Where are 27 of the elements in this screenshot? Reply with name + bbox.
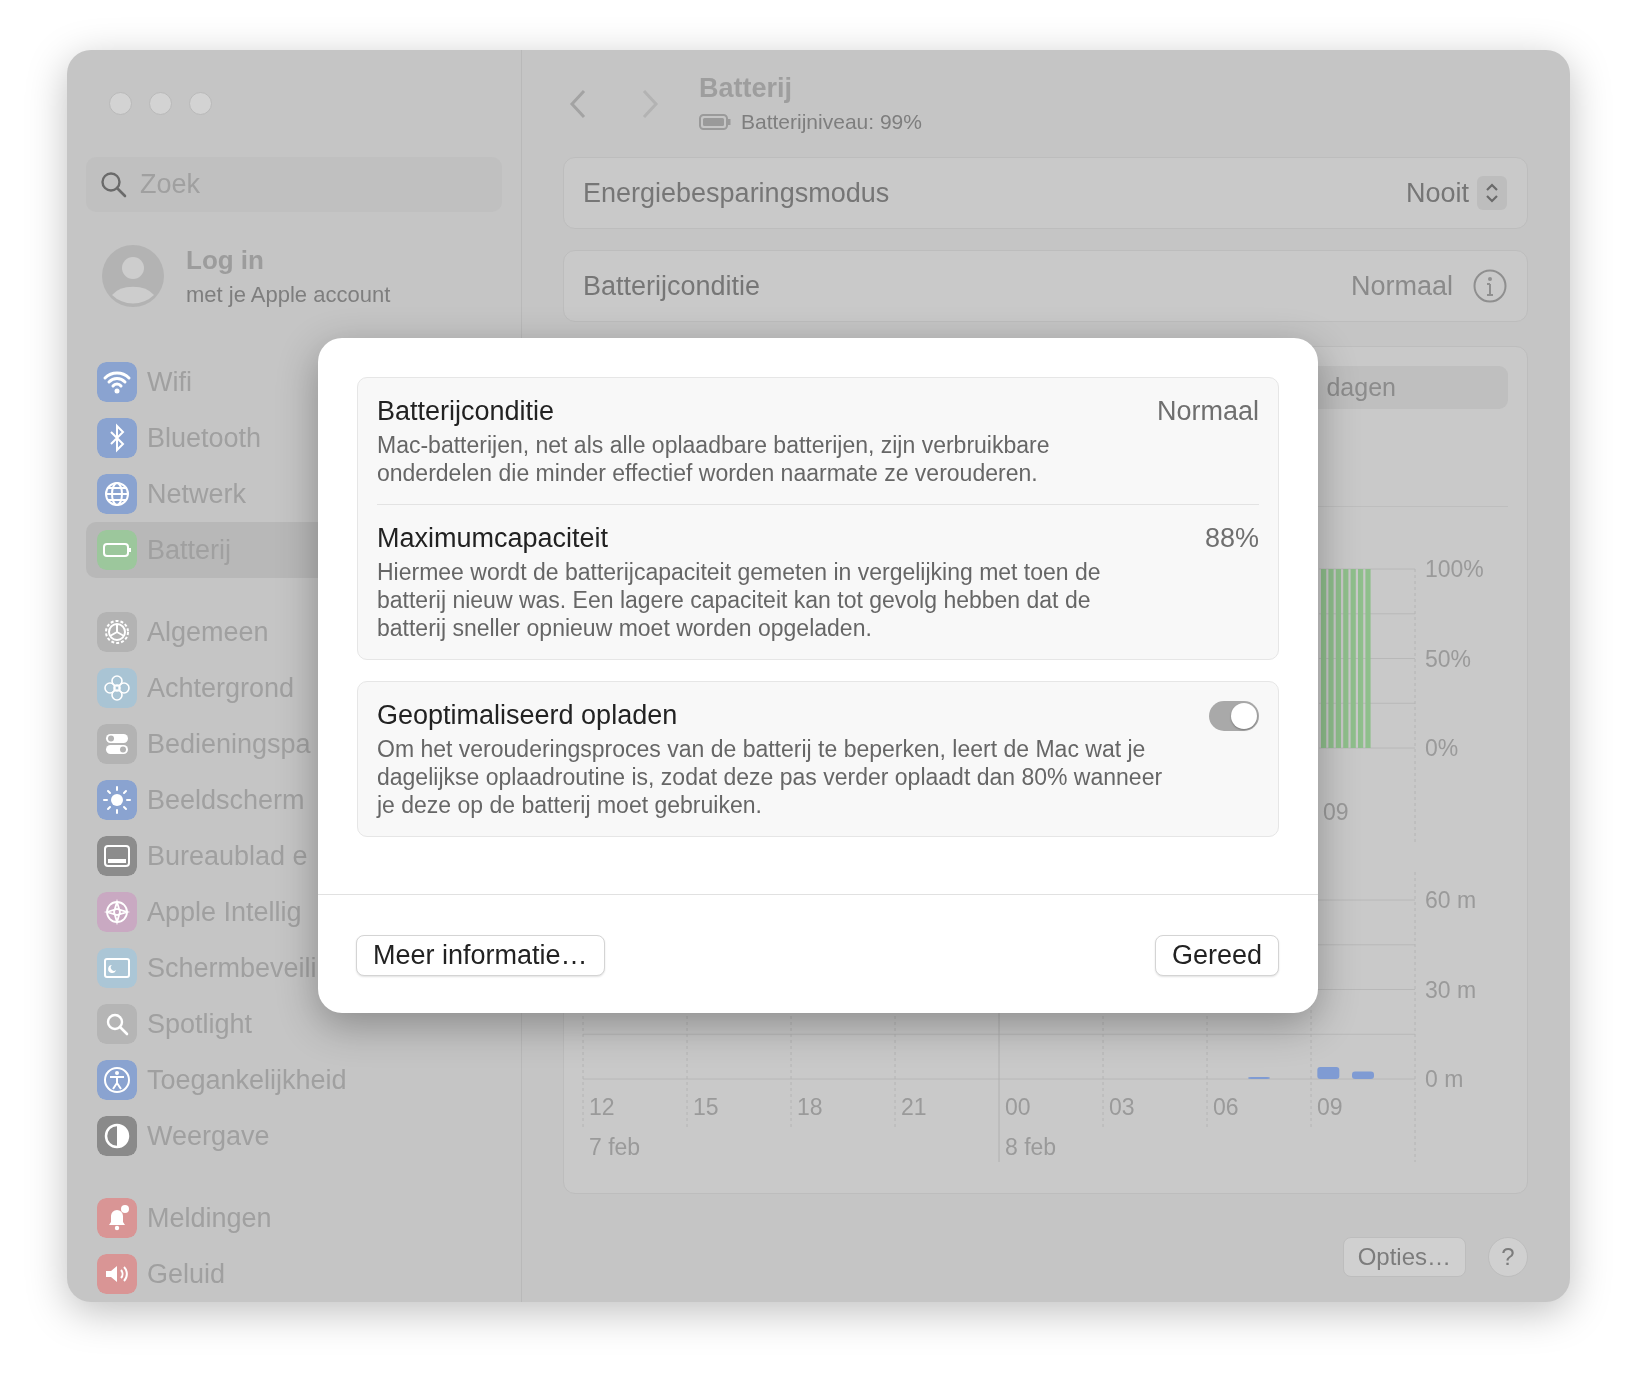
row-title: Batterijconditie [377,396,555,427]
more-info-button[interactable]: Meer informatie… [356,935,605,976]
window-control[interactable] [109,92,132,115]
chevron-updown-icon [1477,176,1507,210]
avatar-icon [102,245,164,308]
account-subtitle: met je Apple account [186,281,391,308]
row-description: Om het verouderingsproces van de batterij te beperken, leert de Mac wat je dagelijkse oplaadroutine is, zodat deze pas verder oplaadt dan 80% wanneer je deze op de batterij moet gebruiken. [377,735,1164,819]
chart-bar [1352,1071,1374,1079]
options-button[interactable]: Opties… [1342,1237,1466,1277]
row-description: Mac-batterijen, net als alle oplaadbare batterijen, zijn verbruikbare onderdelen die minder effectief worden naarmate ze verouderen. [377,431,1051,487]
row-value: Normaal [1156,396,1259,427]
chart-bar [1317,1067,1340,1079]
battery-level-text: Batterijniveau: 99% [741,110,922,134]
row-label: Energiebesparingsmodus [583,177,890,209]
window-control[interactable] [149,92,172,115]
info-icon[interactable] [1473,269,1507,303]
row-label: Batterijconditie [583,270,761,302]
battery-icon [699,114,731,130]
done-button[interactable]: Gereed [1154,935,1279,976]
row-value: 88% [1204,523,1259,554]
help-button[interactable]: ? [1488,1237,1528,1277]
back-icon[interactable] [569,88,587,119]
row-value: Normaal [1350,270,1453,302]
row-title: Geoptimaliseerd opladen [377,700,678,731]
search-icon [100,171,127,199]
popup-button[interactable]: Nooit [1405,176,1507,210]
window-control[interactable] [189,92,212,115]
